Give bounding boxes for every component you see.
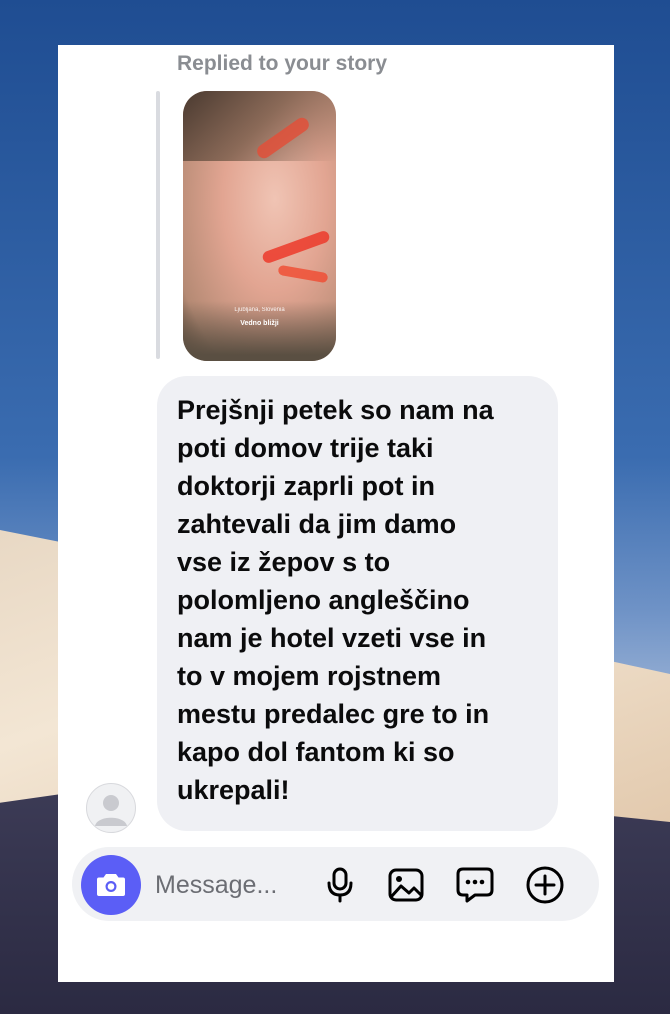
- message-line: nam je hotel vzeti vse in: [177, 623, 487, 653]
- message-line: polomljeno angleščino: [177, 585, 470, 615]
- microphone-icon: [327, 867, 353, 903]
- message-line: ukrepali!: [177, 775, 290, 805]
- story-location-tag: Ljubljana, Slovenia: [234, 307, 285, 313]
- sticker-chat-icon: [456, 867, 494, 903]
- reply-quote-bar: [156, 91, 160, 359]
- gallery-button[interactable]: [384, 863, 428, 907]
- message-line: to v mojem rojstnem: [177, 661, 442, 691]
- story-paint-stroke: [261, 229, 331, 265]
- story-thumbnail[interactable]: Ljubljana, Slovenia Vedno bližji: [183, 91, 336, 361]
- replied-to-story-label: Replied to your story: [177, 52, 388, 75]
- sender-avatar[interactable]: [86, 783, 136, 833]
- story-caption: Vedno bližji: [240, 320, 279, 327]
- plus-icon: [526, 866, 564, 904]
- message-line: doktorji zaprli pot in: [177, 471, 435, 501]
- add-button[interactable]: [523, 863, 567, 907]
- camera-icon: [97, 874, 125, 896]
- message-text: Prejšnji petek so nam na poti domov trij…: [177, 391, 547, 809]
- message-line: mestu predalec gre to in: [177, 699, 490, 729]
- message-line: poti domov trije taki: [177, 433, 434, 463]
- camera-button[interactable]: [81, 855, 141, 915]
- default-avatar-icon: [95, 795, 127, 826]
- microphone-button[interactable]: [318, 863, 362, 907]
- message-input[interactable]: [155, 866, 315, 904]
- message-line: Prejšnji petek so nam na: [177, 395, 494, 425]
- gallery-icon: [388, 868, 424, 902]
- message-line: vse iz žepov s to: [177, 547, 391, 577]
- story-paint-stroke: [277, 264, 329, 284]
- message-line: zahtevali da jim damo: [177, 509, 457, 539]
- message-line: kapo dol fantom ki so: [177, 737, 455, 767]
- sticker-chat-button[interactable]: [453, 863, 497, 907]
